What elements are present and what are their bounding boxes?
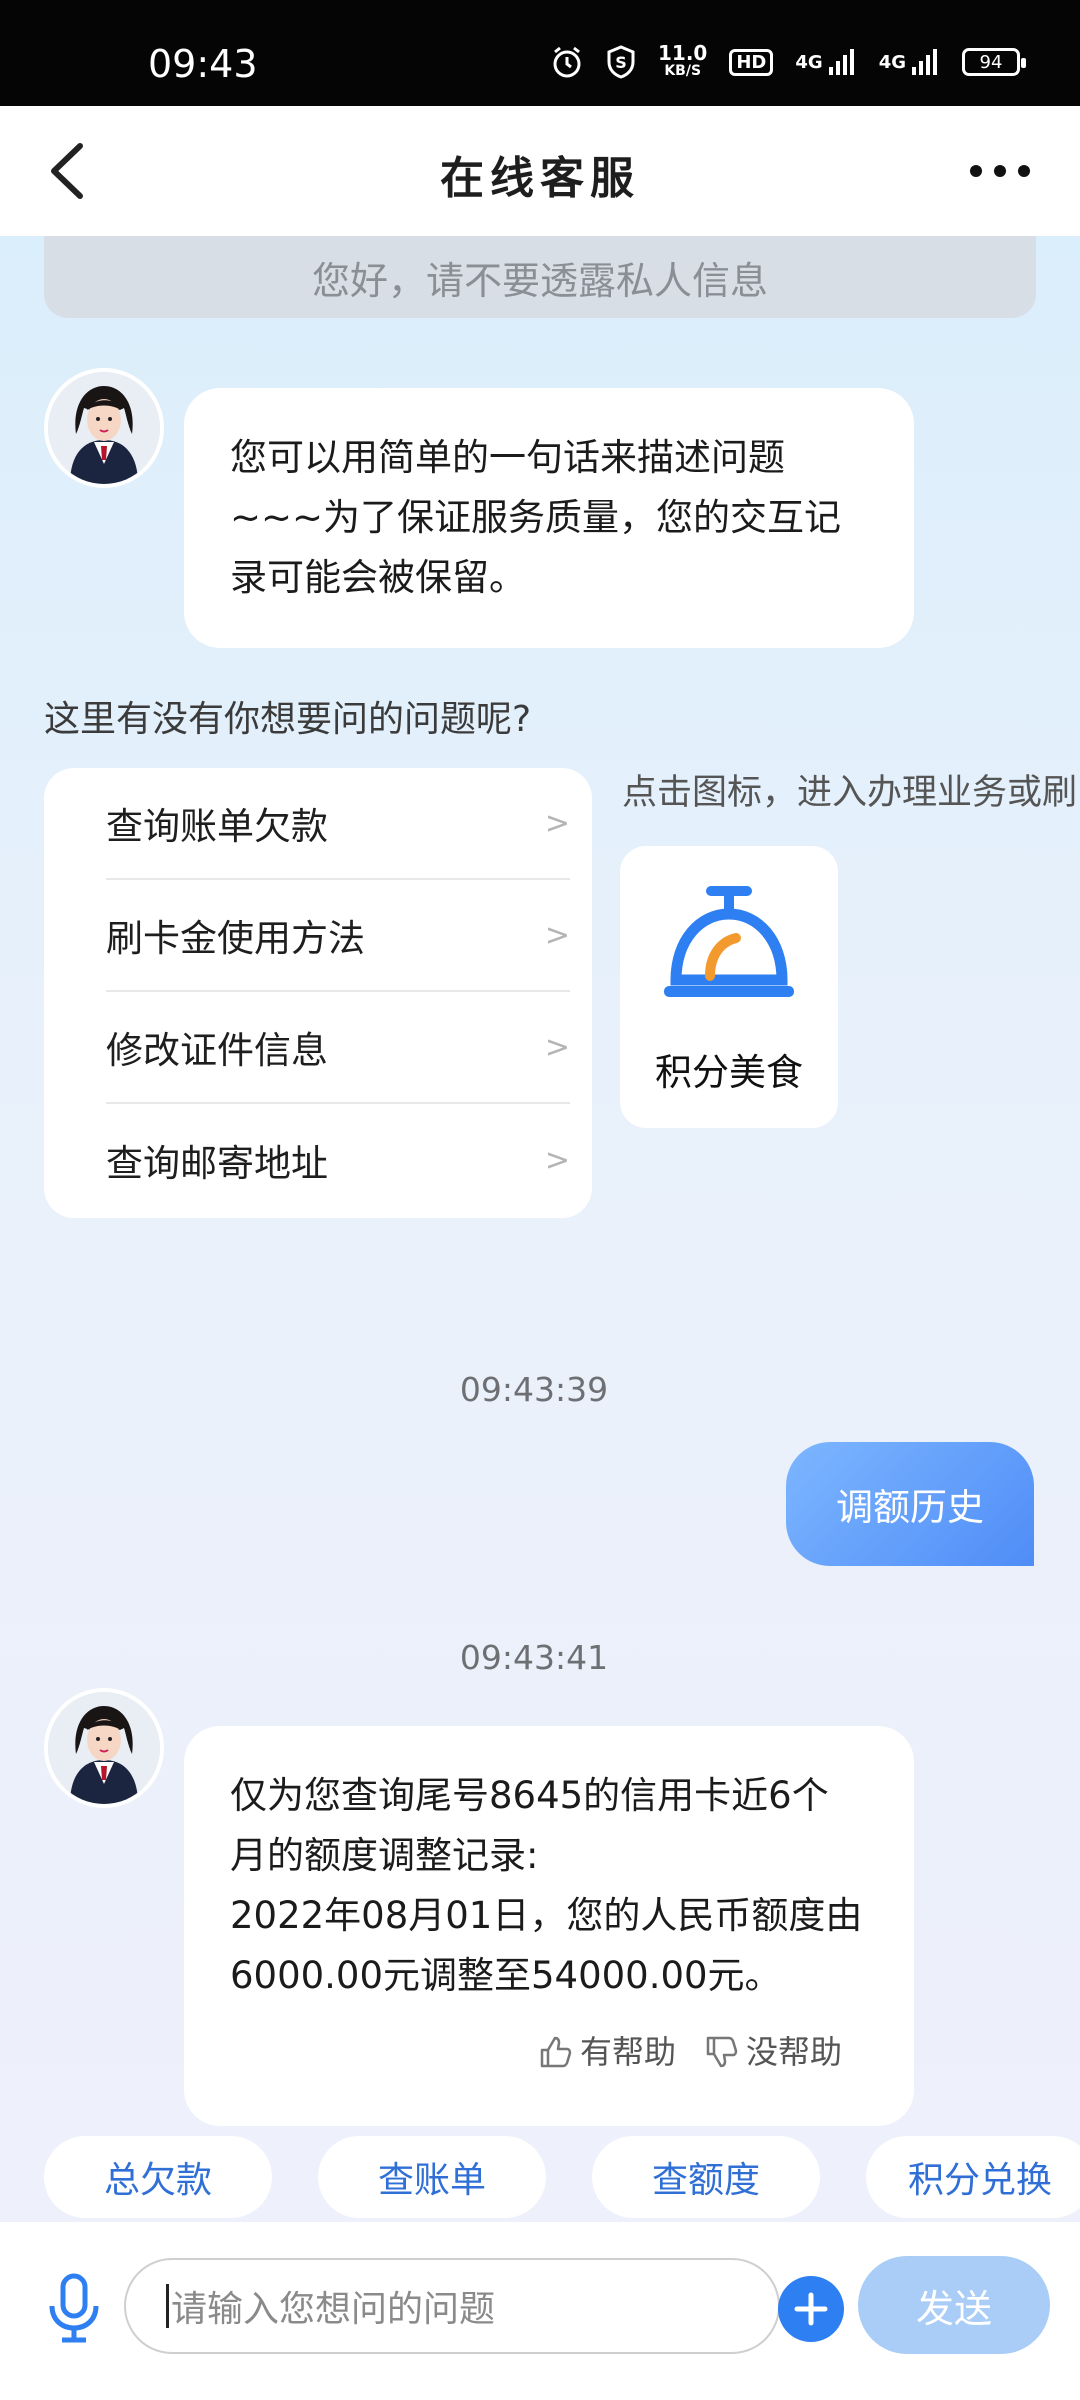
- faq-item-edit-id-info[interactable]: 修改证件信息 >: [106, 992, 570, 1104]
- signal-4g-1: 4G: [795, 47, 856, 77]
- feedback-row: 有帮助 没帮助: [538, 2022, 842, 2082]
- status-icons: S 11.0 KB/S HD 4G 4G 94: [550, 41, 1026, 80]
- faq-card: 查询账单欠款 > 刷卡金使用方法 > 修改证件信息 > 查询邮寄地址 >: [44, 768, 592, 1218]
- signal-label-2: 4G: [878, 51, 906, 73]
- welcome-line: 录可能会被保留。: [230, 556, 526, 599]
- shield-icon: S: [606, 45, 636, 79]
- quick-actions-bar: 总欠款 查账单 查额度 积分兑换: [44, 2136, 1080, 2218]
- agent-avatar: [44, 368, 164, 488]
- service-bell-icon: [664, 886, 794, 997]
- service-hint: 点击图标，进入办理业务或刷: [622, 773, 1078, 813]
- service-card-points-food[interactable]: 积分美食: [620, 846, 838, 1128]
- faq-item-label: 刷卡金使用方法: [106, 917, 365, 960]
- page-title: 在线客服: [440, 153, 640, 204]
- alarm-icon: [550, 45, 584, 79]
- quick-action-points-exchange[interactable]: 积分兑换: [866, 2136, 1080, 2218]
- more-options-button[interactable]: [970, 156, 1040, 186]
- input-placeholder: 请输入您想问的问题: [171, 2289, 496, 2330]
- welcome-line: 您可以用简单的一句话来描述问题: [230, 436, 785, 479]
- faq-item-bill-debt[interactable]: 查询账单欠款 >: [106, 768, 570, 880]
- message-timestamp: 09:43:39: [459, 1370, 609, 1409]
- microphone-icon: [49, 2273, 99, 2343]
- text-caret: [166, 2284, 169, 2328]
- message-timestamp: 09:43:41: [459, 1638, 609, 1677]
- dot-icon: [994, 165, 1006, 177]
- not-helpful-label: 没帮助: [745, 2033, 842, 2071]
- status-bar: 09:43 S 11.0 KB/S HD 4G 4G 94: [0, 0, 1080, 106]
- thumbs-down-icon: [706, 2036, 738, 2068]
- faq-item-mailing-address[interactable]: 查询邮寄地址 >: [106, 1104, 570, 1216]
- user-message-bubble: 调额历史: [786, 1442, 1034, 1566]
- battery-level: 94: [979, 51, 1003, 73]
- svg-text:S: S: [615, 53, 627, 72]
- voice-input-button[interactable]: [44, 2272, 104, 2344]
- dot-icon: [970, 165, 982, 177]
- reply-line: 仅为您查询尾号8645的信用卡近6个: [230, 1774, 829, 1817]
- speed-unit: KB/S: [664, 63, 702, 79]
- faq-item-card-credit-usage[interactable]: 刷卡金使用方法 >: [106, 880, 570, 992]
- status-time: 09:43: [148, 42, 258, 86]
- agent-avatar: [44, 1688, 164, 1808]
- app-header: 在线客服: [0, 106, 1080, 236]
- battery-icon: 94: [962, 48, 1026, 76]
- reply-line: 6000.00元调整至54000.00元。: [230, 1954, 782, 1997]
- add-attachment-button[interactable]: [778, 2276, 844, 2342]
- signal-bars-icon: [912, 49, 937, 75]
- faq-item-label: 查询账单欠款: [106, 805, 328, 848]
- faq-item-label: 修改证件信息: [106, 1029, 328, 1072]
- plus-icon: [794, 2292, 828, 2326]
- signal-4g-2: 4G: [879, 47, 940, 77]
- signal-bars-icon: [828, 49, 854, 75]
- reply-line: 月的额度调整记录:: [230, 1834, 539, 1877]
- helpful-label: 有帮助: [579, 2033, 676, 2071]
- dot-icon: [1018, 165, 1030, 177]
- send-button[interactable]: 发送: [858, 2256, 1050, 2354]
- hd-badge: HD: [729, 48, 774, 76]
- reply-line: 2022年08月01日，您的人民币额度由: [230, 1894, 863, 1937]
- agent-reply-bubble: 仅为您查询尾号8645的信用卡近6个 月的额度调整记录: 2022年08月01日…: [184, 1726, 914, 2126]
- quick-action-check-limit[interactable]: 查额度: [592, 2136, 820, 2218]
- chevron-right-icon: >: [544, 1142, 570, 1178]
- chevron-right-icon: >: [544, 917, 570, 953]
- quick-action-total-debt[interactable]: 总欠款: [44, 2136, 272, 2218]
- chevron-right-icon: >: [544, 1029, 570, 1065]
- thumbs-up-icon: [540, 2036, 572, 2068]
- service-label: 积分美食: [655, 1051, 803, 1094]
- faq-prompt: 这里有没有你想要问的问题呢?: [44, 699, 532, 740]
- quick-action-check-bill[interactable]: 查账单: [318, 2136, 546, 2218]
- signal-label-1: 4G: [795, 51, 823, 73]
- agent-welcome-bubble: 您可以用简单的一句话来描述问题 ~~~为了保证服务质量，您的交互记 录可能会被保…: [184, 388, 914, 648]
- welcome-line: ~~~为了保证服务质量，您的交互记: [230, 496, 842, 539]
- chat-area[interactable]: 您好，请不要透露私人信息 您可以用简单的一句话来描述问题 ~~~为了保证服务质量…: [0, 236, 1080, 2222]
- helpful-button[interactable]: 有帮助: [538, 2022, 676, 2082]
- speed-value: 11.0: [658, 41, 708, 65]
- not-helpful-button[interactable]: 没帮助: [704, 2022, 842, 2082]
- chevron-right-icon: >: [544, 805, 570, 841]
- faq-item-label: 查询邮寄地址: [106, 1142, 328, 1185]
- network-speed: 11.0 KB/S: [658, 41, 708, 80]
- privacy-notice: 您好，请不要透露私人信息: [44, 236, 1036, 318]
- input-bar: 请输入您想问的问题 发送: [0, 2222, 1080, 2400]
- message-input[interactable]: 请输入您想问的问题: [124, 2258, 780, 2354]
